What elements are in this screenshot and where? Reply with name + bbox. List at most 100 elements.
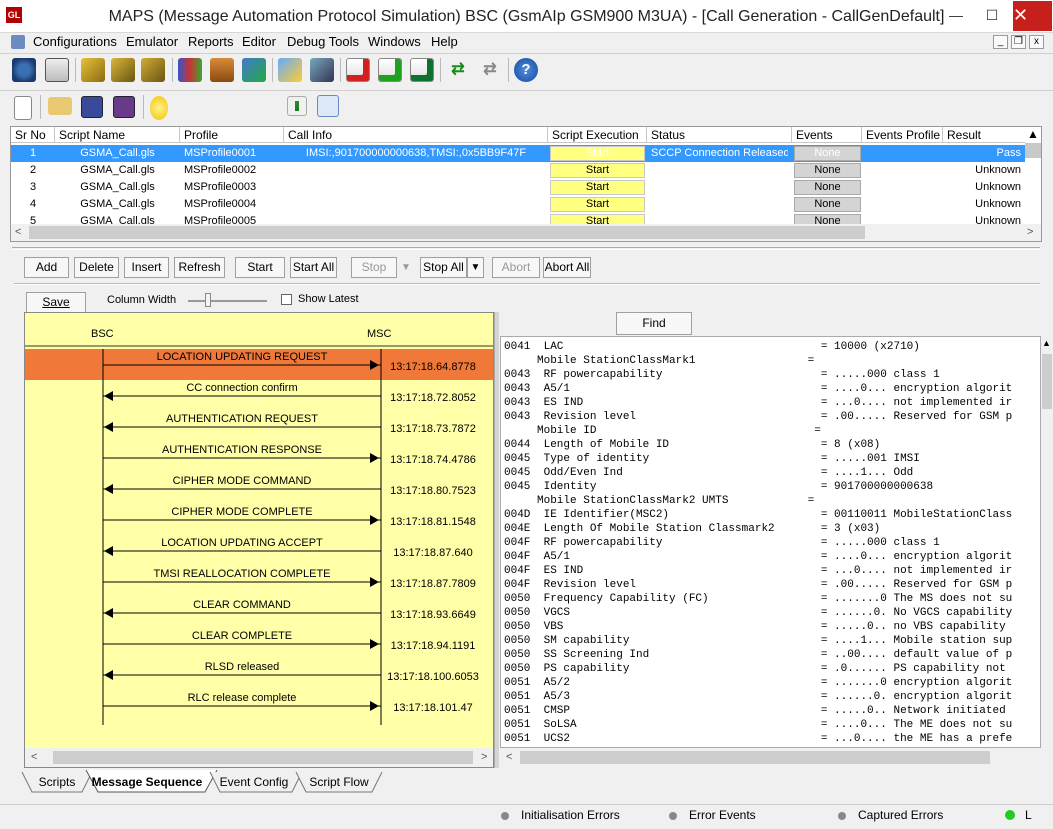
col-header-script-name[interactable]: Script Name bbox=[55, 127, 180, 143]
events-none-button[interactable]: None bbox=[794, 197, 861, 212]
scroll-left-icon[interactable]: < bbox=[31, 751, 37, 763]
disabled-arrows-icon[interactable]: ⇄ bbox=[478, 58, 502, 82]
tab-message-sequence[interactable]: Message Sequence bbox=[88, 772, 206, 792]
error-events-label[interactable]: Error Events bbox=[689, 807, 756, 823]
grid-scroll-up-icon[interactable]: ▲ bbox=[1025, 127, 1041, 143]
insert-button[interactable]: Insert bbox=[124, 257, 169, 278]
start-row-button[interactable]: Start bbox=[550, 180, 645, 195]
stop-dropdown-icon[interactable]: ▼ bbox=[397, 257, 415, 278]
tree-hierarchy-icon[interactable] bbox=[317, 95, 339, 117]
col-header-profile[interactable]: Profile bbox=[180, 127, 284, 143]
events-none-button[interactable]: None bbox=[794, 180, 861, 195]
abort-all-button[interactable]: Abort All bbox=[543, 257, 591, 278]
call-arrows-icon[interactable]: ⇄ bbox=[446, 58, 470, 82]
detail-hscrollbar[interactable]: < bbox=[500, 748, 1041, 766]
table-row[interactable]: 2 GSMA_Call.gls MSProfile0002 Unknown Start N… bbox=[11, 162, 1025, 179]
tab-script-flow[interactable]: Script Flow bbox=[304, 772, 374, 792]
refresh-button[interactable]: Refresh bbox=[174, 257, 225, 278]
column-width-slider-track[interactable] bbox=[188, 300, 267, 302]
col-header-call-info[interactable]: Call Info bbox=[284, 127, 548, 143]
seq-hscroll-thumb[interactable] bbox=[53, 751, 473, 764]
add-button[interactable]: Add bbox=[24, 257, 69, 278]
menu-help[interactable]: Help bbox=[431, 34, 458, 50]
column-width-slider-thumb[interactable] bbox=[205, 293, 211, 307]
save-as-icon[interactable] bbox=[113, 96, 135, 118]
table-row[interactable]: 4 GSMA_Call.gls MSProfile0004 Unknown Start N… bbox=[11, 196, 1025, 213]
help-icon[interactable]: ? bbox=[514, 58, 538, 82]
captured-errors-label[interactable]: Captured Errors bbox=[858, 807, 943, 823]
mdi-doc-icon[interactable] bbox=[11, 35, 25, 49]
menu-reports[interactable]: Reports bbox=[188, 34, 234, 50]
delete-button[interactable]: Delete bbox=[74, 257, 119, 278]
minimize-button[interactable]: — bbox=[939, 1, 973, 29]
keys-icon[interactable] bbox=[111, 58, 135, 82]
menu-windows[interactable]: Windows bbox=[368, 34, 421, 50]
detail-hscroll-thumb[interactable] bbox=[520, 751, 990, 764]
menu-configurations[interactable]: Configurations bbox=[33, 34, 117, 50]
col-header-status[interactable]: Status bbox=[647, 127, 792, 143]
tree-view-icon[interactable] bbox=[287, 96, 307, 116]
start-all-button[interactable]: Start All bbox=[290, 257, 337, 278]
vertical-splitter[interactable] bbox=[494, 312, 499, 768]
detail-vscrollbar[interactable]: ▲ bbox=[1041, 336, 1053, 748]
report-p-icon[interactable] bbox=[410, 58, 434, 82]
menu-emulator[interactable]: Emulator bbox=[126, 34, 178, 50]
scroll-right-icon[interactable]: > bbox=[1027, 226, 1033, 238]
tools-icon[interactable] bbox=[310, 58, 334, 82]
close-button[interactable]: ✕ bbox=[1013, 1, 1052, 31]
scroll-left-icon[interactable]: < bbox=[506, 751, 512, 763]
menu-editor[interactable]: Editor bbox=[242, 34, 276, 50]
grid-hscroll-thumb[interactable] bbox=[29, 226, 865, 239]
mdi-restore-button[interactable]: ❐ bbox=[1011, 35, 1026, 49]
profile-keys-icon[interactable] bbox=[141, 58, 165, 82]
seq-hscrollbar[interactable]: < > bbox=[25, 748, 493, 767]
scroll-right-icon[interactable]: > bbox=[481, 751, 487, 763]
events-none-button[interactable]: None bbox=[794, 146, 861, 161]
scroll-up-icon[interactable]: ▲ bbox=[1042, 338, 1051, 348]
abort-button[interactable]: Abort bbox=[492, 257, 540, 278]
briefcase-icon[interactable] bbox=[210, 58, 234, 82]
find-button[interactable]: Find bbox=[616, 312, 692, 335]
lightbulb-icon[interactable] bbox=[150, 96, 168, 120]
events-none-button[interactable]: None bbox=[794, 163, 861, 178]
detail-vscroll-thumb[interactable] bbox=[1042, 354, 1052, 409]
maximize-button[interactable]: ☐ bbox=[975, 1, 1009, 29]
save-sequence-button[interactable]: Save bbox=[26, 292, 86, 313]
col-header-events-profile[interactable]: Events Profile bbox=[862, 127, 943, 143]
stop-all-button[interactable]: Stop All bbox=[420, 257, 467, 278]
tab-scripts[interactable]: Scripts bbox=[32, 772, 82, 792]
menu-debug-tools[interactable]: Debug Tools bbox=[287, 34, 359, 50]
mdi-close-button[interactable]: x bbox=[1029, 35, 1044, 49]
init-errors-label[interactable]: Initialisation Errors bbox=[521, 807, 620, 823]
start-button[interactable]: Start bbox=[235, 257, 285, 278]
col-header-sr-no[interactable]: Sr No bbox=[11, 127, 55, 143]
grid-vscroll-thumb[interactable] bbox=[1025, 143, 1041, 158]
splitter[interactable] bbox=[12, 247, 1040, 250]
script-edit-icon[interactable] bbox=[81, 58, 105, 82]
tab-event-config[interactable]: Event Config bbox=[218, 772, 290, 792]
save-icon[interactable] bbox=[81, 96, 103, 118]
new-file-icon[interactable] bbox=[14, 96, 32, 120]
report-d-icon[interactable] bbox=[346, 58, 370, 82]
notebook-icon[interactable] bbox=[45, 58, 69, 82]
show-latest-checkbox[interactable] bbox=[281, 294, 292, 305]
grid-hscrollbar[interactable]: < > bbox=[11, 224, 1041, 241]
col-header-result[interactable]: Result bbox=[943, 127, 1025, 143]
start-row-button[interactable]: Start bbox=[550, 197, 645, 212]
table-row[interactable]: 3 GSMA_Call.gls MSProfile0003 Unknown Start N… bbox=[11, 179, 1025, 196]
col-header-events[interactable]: Events bbox=[792, 127, 862, 143]
mdi-minimize-button[interactable]: _ bbox=[993, 35, 1008, 49]
scroll-left-icon[interactable]: < bbox=[15, 226, 21, 238]
books-icon[interactable] bbox=[178, 58, 202, 82]
col-header-script-execution[interactable]: Script Execution bbox=[548, 127, 647, 143]
open-folder-icon[interactable] bbox=[48, 97, 72, 115]
edit-check-icon[interactable] bbox=[278, 58, 302, 82]
computer-lock-icon[interactable] bbox=[242, 58, 266, 82]
report-c-icon[interactable] bbox=[378, 58, 402, 82]
stop-all-dropdown-icon[interactable]: ▼ bbox=[467, 257, 484, 278]
table-row[interactable]: 1 GSMA_Call.gls MSProfile0001 IMSI:,9017000… bbox=[11, 145, 1025, 162]
stop-button[interactable]: Stop bbox=[351, 257, 397, 278]
start-row-button[interactable]: Start bbox=[550, 146, 645, 161]
start-row-button[interactable]: Start bbox=[550, 163, 645, 178]
gear-icon[interactable] bbox=[12, 58, 36, 82]
